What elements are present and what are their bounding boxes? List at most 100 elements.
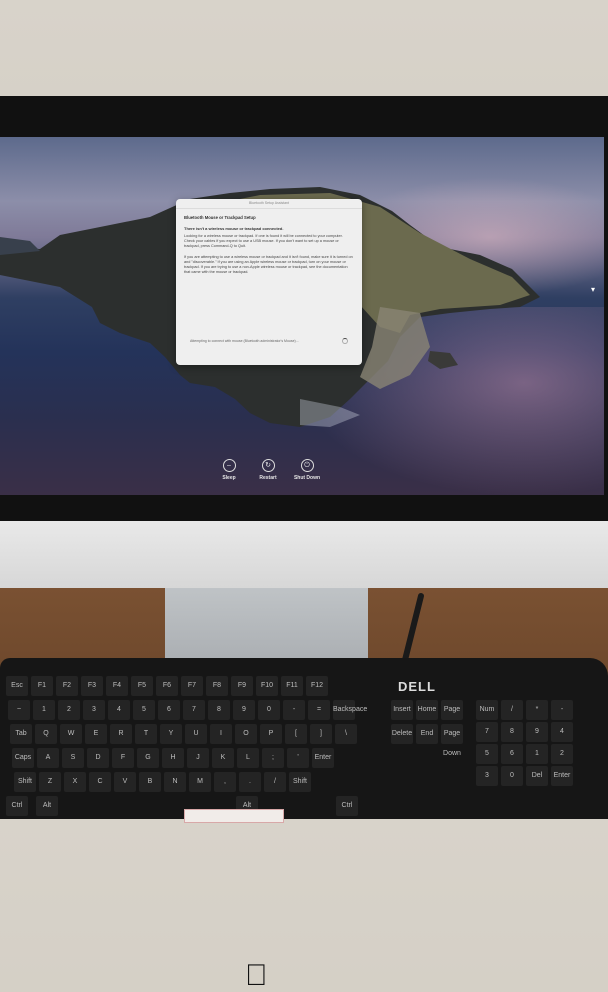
keyboard-key[interactable]: P	[260, 724, 282, 744]
keyboard-key[interactable]: H	[162, 748, 184, 768]
keyboard-key[interactable]: 7	[183, 700, 205, 720]
keyboard-key[interactable]: 3	[83, 700, 105, 720]
dialog-paragraph-1: Looking for a wireless mouse or trackpad…	[184, 234, 343, 249]
keyboard-key[interactable]: W	[60, 724, 82, 744]
keyboard-key[interactable]: 1	[526, 744, 548, 764]
keyboard-key[interactable]: Backspace	[333, 700, 367, 720]
keyboard-key[interactable]: 2	[551, 744, 573, 764]
keyboard-key[interactable]: 2	[58, 700, 80, 720]
keyboard-key[interactable]: Ctrl	[336, 796, 358, 816]
keyboard-key[interactable]: Home	[416, 700, 438, 720]
keyboard-key[interactable]: 8	[501, 722, 523, 742]
keyboard-key[interactable]: Delete	[391, 724, 413, 744]
keyboard-key[interactable]: F9	[231, 676, 253, 696]
sleep-button[interactable]: – Sleep	[209, 459, 249, 481]
restart-button[interactable]: ↻ Restart	[248, 459, 288, 481]
keyboard-key[interactable]: R	[110, 724, 132, 744]
keyboard-key[interactable]: 1	[33, 700, 55, 720]
keyboard-key[interactable]: F4	[106, 676, 128, 696]
wifi-icon[interactable]: ▾	[591, 285, 595, 294]
keyboard-key[interactable]: 4	[551, 722, 573, 742]
keyboard-key[interactable]: E	[85, 724, 107, 744]
keyboard-key[interactable]: Shift	[289, 772, 311, 792]
keyboard-key[interactable]: 0	[258, 700, 280, 720]
keyboard-key[interactable]: V	[114, 772, 136, 792]
keyboard-key[interactable]: ;	[262, 748, 284, 768]
keyboard-key[interactable]: \	[335, 724, 357, 744]
keyboard-key[interactable]: Page Up	[441, 700, 463, 733]
keyboard-key[interactable]: Z	[39, 772, 61, 792]
keyboard-key[interactable]: F1	[31, 676, 53, 696]
keyboard-key[interactable]: *	[526, 700, 548, 720]
keyboard-key[interactable]: X	[64, 772, 86, 792]
dialog-subheading: There isn't a wireless mouse or trackpad…	[184, 226, 284, 231]
keyboard-key[interactable]: Y	[160, 724, 182, 744]
keyboard-key[interactable]: Enter	[551, 766, 573, 786]
dialog-paragraph-2: If you are attempting to use a wireless …	[184, 254, 353, 275]
keyboard-key[interactable]: Insert	[391, 700, 413, 720]
keyboard-key[interactable]: J	[187, 748, 209, 768]
dialog-window-title: Bluetooth Setup Assistant	[176, 199, 362, 209]
keyboard-key[interactable]: D	[87, 748, 109, 768]
keyboard-key[interactable]: 0	[501, 766, 523, 786]
keyboard-key[interactable]: Q	[35, 724, 57, 744]
keyboard-key[interactable]: F	[112, 748, 134, 768]
keyboard-key[interactable]: .	[239, 772, 261, 792]
keyboard-key[interactable]: S	[62, 748, 84, 768]
progress-spinner-icon	[342, 338, 348, 344]
keyboard-key[interactable]: Caps	[12, 748, 34, 768]
keyboard-key[interactable]: ,	[214, 772, 236, 792]
keyboard-key[interactable]: =	[308, 700, 330, 720]
keyboard-key[interactable]: B	[139, 772, 161, 792]
keyboard-key[interactable]: Esc	[6, 676, 28, 696]
keyboard-key[interactable]: 5	[476, 744, 498, 764]
keyboard-key[interactable]: 5	[133, 700, 155, 720]
keyboard-key[interactable]: F2	[56, 676, 78, 696]
keyboard-key[interactable]: 9	[526, 722, 548, 742]
shut-down-button[interactable]: ⏻ Shut Down	[287, 459, 327, 481]
keyboard-key[interactable]: Enter	[312, 748, 334, 768]
keyboard-key[interactable]: 3	[476, 766, 498, 786]
keyboard-key[interactable]: Num Lock	[476, 700, 498, 733]
keyboard-key[interactable]: L	[237, 748, 259, 768]
keyboard-key[interactable]: [	[285, 724, 307, 744]
keyboard-key[interactable]: /	[501, 700, 523, 720]
keyboard-key[interactable]: F3	[81, 676, 103, 696]
keyboard-key[interactable]: T	[135, 724, 157, 744]
keyboard-key[interactable]: ]	[310, 724, 332, 744]
keyboard-key[interactable]: F6	[156, 676, 178, 696]
keyboard-key[interactable]: U	[185, 724, 207, 744]
keyboard-key[interactable]: N	[164, 772, 186, 792]
keyboard-key[interactable]: F5	[131, 676, 153, 696]
keyboard-key[interactable]: G	[137, 748, 159, 768]
keyboard-key[interactable]: 9	[233, 700, 255, 720]
keyboard-key[interactable]: M	[189, 772, 211, 792]
keyboard-key[interactable]: A	[37, 748, 59, 768]
keyboard-key[interactable]: Ctrl	[6, 796, 28, 816]
keyboard-key[interactable]: 6	[158, 700, 180, 720]
keyboard-key[interactable]: K	[212, 748, 234, 768]
keyboard-key[interactable]: F8	[206, 676, 228, 696]
keyboard-key[interactable]: F12	[306, 676, 328, 696]
keyboard-key[interactable]: F10	[256, 676, 278, 696]
keyboard-key[interactable]: Page Down	[441, 724, 463, 757]
keyboard-key[interactable]: 8	[208, 700, 230, 720]
keyboard-key[interactable]: F7	[181, 676, 203, 696]
keyboard-key[interactable]: '	[287, 748, 309, 768]
keyboard-key[interactable]: O	[235, 724, 257, 744]
keyboard-key[interactable]: /	[264, 772, 286, 792]
keyboard-key[interactable]: -	[551, 700, 573, 720]
keyboard-key[interactable]: 7	[476, 722, 498, 742]
keyboard-key[interactable]: 6	[501, 744, 523, 764]
keyboard-key[interactable]: ~	[8, 700, 30, 720]
keyboard-key[interactable]: Shift	[14, 772, 36, 792]
keyboard-key[interactable]: Del	[526, 766, 548, 786]
keyboard-key[interactable]: Alt	[36, 796, 58, 816]
keyboard-key[interactable]: F11	[281, 676, 303, 696]
keyboard-key[interactable]: I	[210, 724, 232, 744]
keyboard-key[interactable]: -	[283, 700, 305, 720]
keyboard-key[interactable]: End	[416, 724, 438, 744]
keyboard-key[interactable]: C	[89, 772, 111, 792]
keyboard-key[interactable]: Tab	[10, 724, 32, 744]
keyboard-key[interactable]: 4	[108, 700, 130, 720]
